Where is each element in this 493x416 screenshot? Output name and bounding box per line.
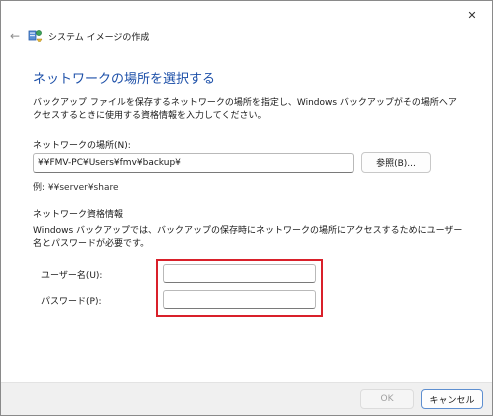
credentials-section-label: ネットワーク資格情報 xyxy=(33,210,124,220)
close-icon: ✕ xyxy=(467,8,477,22)
network-location-label: ネットワークの場所(N): xyxy=(33,141,131,151)
dialog-footer: OK キャンセル xyxy=(1,382,492,415)
page-heading: ネットワークの場所を選択する xyxy=(33,72,216,87)
ok-button[interactable]: OK xyxy=(360,389,414,409)
username-label: ユーザー名(U): xyxy=(41,271,103,281)
credentials-description: Windows バックアップでは、バックアップの保存時にネットワークの場所にアク… xyxy=(33,226,463,249)
network-location-input[interactable]: ¥¥FMV-PC¥Users¥fmv¥backup¥ xyxy=(33,153,354,173)
cancel-button[interactable]: キャンセル xyxy=(421,389,483,409)
dialog-window: ✕ ← システム イメージの作成 ネットワークの場所を選択する バックアップ フ… xyxy=(0,0,493,416)
password-label: パスワード(P): xyxy=(41,297,102,307)
back-button[interactable]: ← xyxy=(7,29,23,43)
system-image-backup-icon xyxy=(28,28,43,43)
highlight-annotation xyxy=(156,259,323,317)
network-location-example: 例: ¥¥server¥share xyxy=(33,183,119,193)
back-arrow-icon: ← xyxy=(9,29,21,43)
title-bar: ✕ ← システム イメージの作成 xyxy=(1,1,492,45)
browse-button[interactable]: 参照(B)... xyxy=(361,152,431,173)
close-button[interactable]: ✕ xyxy=(452,1,492,29)
page-description: バックアップ ファイルを保存するネットワークの場所を指定し、Windows バッ… xyxy=(33,98,457,121)
window-title: システム イメージの作成 xyxy=(48,33,150,43)
